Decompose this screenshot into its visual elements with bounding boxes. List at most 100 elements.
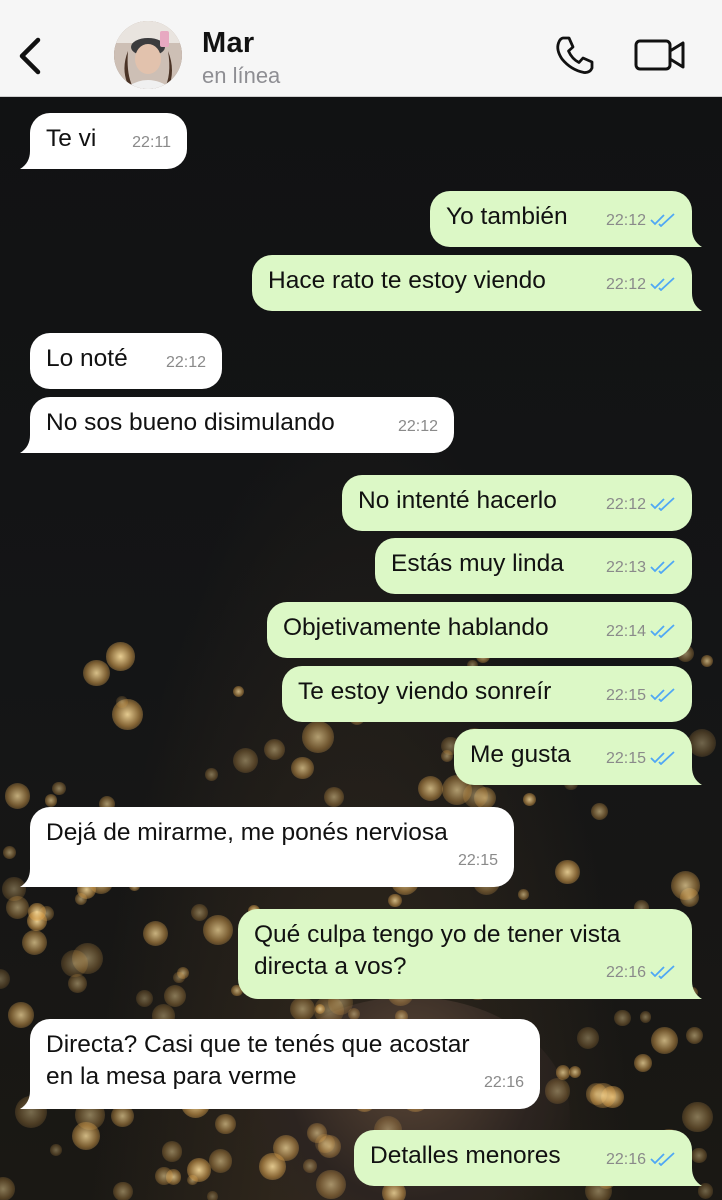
bubble-tail: [682, 1168, 702, 1186]
bokeh-light: [685, 1027, 703, 1045]
message-outgoing[interactable]: Me gusta 22:15: [454, 729, 702, 785]
bokeh-light: [177, 967, 190, 980]
bokeh-light: [233, 685, 245, 698]
back-button[interactable]: [14, 34, 48, 78]
contact-name[interactable]: Mar: [202, 27, 254, 60]
bokeh-light: [639, 1011, 652, 1024]
double-check-icon: [650, 277, 675, 291]
bokeh-light: [27, 902, 46, 921]
bokeh-light: [522, 793, 536, 807]
bokeh-light: [61, 949, 88, 977]
bokeh-light: [290, 996, 316, 1022]
bokeh-light: [83, 659, 110, 687]
bokeh-light: [173, 971, 185, 984]
chat-wallpaper: Te vi 22:11 Yo también 22:12 Hace rato t…: [0, 97, 722, 1200]
message-text: Directa? Casi que te tenés que acostar e…: [46, 1031, 470, 1090]
bokeh-light: [518, 889, 529, 900]
video-call-button[interactable]: [634, 36, 686, 74]
message-outgoing[interactable]: Hace rato te estoy viendo 22:12: [252, 255, 702, 311]
bokeh-light: [44, 794, 57, 807]
message-time: 22:15: [606, 743, 676, 775]
bokeh-light: [205, 768, 218, 781]
bokeh-light: [111, 699, 143, 730]
bokeh-light: [691, 1147, 707, 1163]
bokeh-light: [113, 1181, 133, 1200]
bokeh-light: [0, 969, 11, 990]
message-outgoing[interactable]: Estás muy linda 22:13: [375, 538, 692, 594]
contact-avatar[interactable]: [114, 21, 182, 89]
message-incoming[interactable]: Te vi 22:11: [20, 113, 187, 169]
bokeh-light: [688, 729, 717, 758]
bokeh-light: [614, 1009, 631, 1027]
message-time: 22:16: [483, 1074, 524, 1091]
message-incoming[interactable]: Dejá de mirarme, me ponés nerviosa 22:15: [20, 807, 514, 887]
bokeh-light: [670, 871, 701, 901]
message-outgoing[interactable]: Yo también 22:12: [430, 191, 702, 247]
bokeh-light: [49, 1144, 62, 1157]
bokeh-light: [71, 943, 103, 975]
message-outgoing[interactable]: Detalles menores 22:16: [354, 1130, 702, 1186]
double-check-icon: [650, 1152, 675, 1166]
bokeh-light: [21, 930, 47, 956]
bokeh-light: [314, 1003, 326, 1014]
message-outgoing[interactable]: No intenté hacerlo 22:12: [342, 475, 692, 531]
message-incoming[interactable]: No sos bueno disimulando 22:12: [20, 397, 454, 453]
bokeh-light: [4, 782, 31, 809]
bokeh-light: [187, 1175, 198, 1186]
message-time: 22:12: [606, 205, 676, 237]
bokeh-light: [700, 654, 713, 667]
bokeh-light: [568, 1066, 581, 1079]
phone-icon: [556, 36, 594, 74]
bokeh-light: [155, 1166, 174, 1185]
chevron-left-icon: [19, 37, 41, 75]
bubble-tail: [20, 869, 40, 887]
message-text: Dejá de mirarme, me ponés nerviosa: [46, 819, 448, 846]
double-check-icon: [650, 624, 675, 638]
message-time: 22:16: [606, 1144, 676, 1176]
message-time: 22:12: [165, 354, 206, 371]
bokeh-light: [590, 1082, 616, 1109]
bokeh-light: [72, 1121, 101, 1150]
message-time: 22:15: [606, 680, 676, 712]
message-incoming[interactable]: Lo noté 22:12: [30, 333, 222, 389]
message-time: 22:12: [606, 269, 676, 301]
call-button[interactable]: [554, 34, 596, 76]
bokeh-light: [67, 974, 87, 994]
bokeh-light: [682, 1101, 713, 1133]
bubble-tail: [20, 151, 40, 169]
avatar-photo: [114, 21, 182, 89]
double-check-icon: [650, 965, 675, 979]
bokeh-light: [263, 738, 286, 760]
message-outgoing[interactable]: Qué culpa tengo yo de tener vista direct…: [238, 909, 702, 999]
bokeh-light: [38, 906, 54, 922]
bokeh-light: [207, 1191, 218, 1200]
bokeh-light: [215, 1114, 236, 1135]
bokeh-light: [590, 802, 609, 821]
message-outgoing[interactable]: Te estoy viendo sonreír 22:15: [282, 666, 692, 722]
bokeh-light: [190, 903, 208, 921]
bokeh-light: [302, 721, 334, 753]
bokeh-light: [417, 775, 443, 801]
chat-header: Mar en línea: [0, 0, 722, 97]
message-time: 22:12: [397, 418, 438, 435]
message-time: 22:11: [132, 134, 171, 151]
bokeh-light: [601, 1085, 624, 1109]
bubble-tail: [20, 435, 40, 453]
bokeh-light: [577, 1027, 599, 1049]
bokeh-light: [650, 1026, 679, 1054]
bokeh-light: [3, 846, 17, 859]
bokeh-light: [8, 1002, 34, 1028]
bokeh-light: [463, 783, 489, 808]
double-check-icon: [650, 213, 675, 227]
message-text: No sos bueno disimulando: [46, 409, 335, 436]
message-incoming[interactable]: Directa? Casi que te tenés que acostar e…: [20, 1019, 540, 1109]
message-outgoing[interactable]: Objetivamente hablando 22:14: [267, 602, 692, 658]
message-time: 22:12: [606, 489, 676, 521]
bokeh-light: [679, 887, 700, 908]
bokeh-light: [115, 696, 128, 709]
bokeh-light: [142, 920, 168, 946]
message-time: 22:14: [606, 616, 676, 648]
bokeh-light: [27, 910, 48, 931]
bokeh-light: [52, 781, 66, 796]
message-time: 22:13: [606, 552, 676, 584]
